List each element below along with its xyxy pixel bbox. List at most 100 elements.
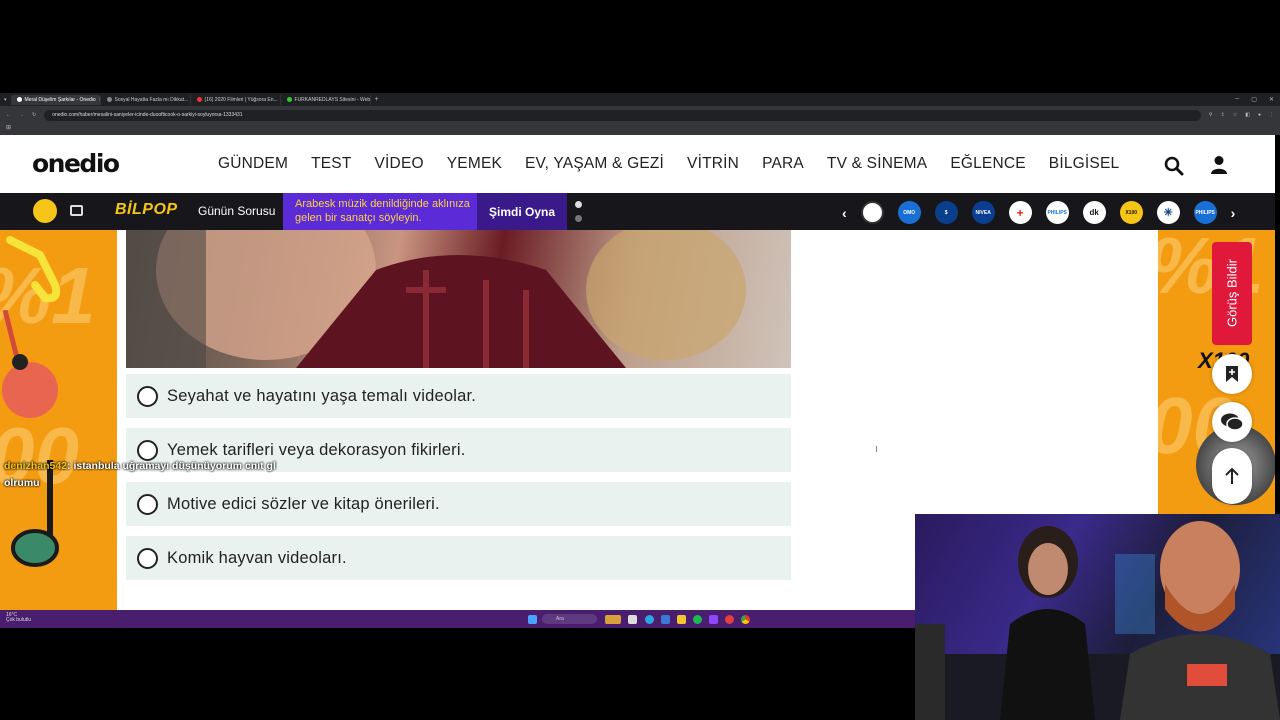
extensions-icon[interactable]: ◧: [1245, 112, 1250, 118]
favicon-icon: [196, 97, 202, 102]
feedback-label: Görüş Bildir: [1224, 259, 1240, 328]
arrow-up-icon: [1225, 467, 1239, 484]
browser-tab-active[interactable]: Meral Düşelim Şarkılar - Onedio ✕: [10, 94, 101, 105]
news-icon[interactable]: [70, 205, 83, 216]
chat-message: denizhan542: istanbula uğramayı düşünüyo…: [4, 460, 276, 472]
tab-menu-icon[interactable]: ▾: [0, 97, 11, 103]
guitar-icon: [2, 310, 58, 418]
radio-button[interactable]: [137, 493, 158, 515]
close-window-icon[interactable]: ✕: [1269, 96, 1274, 103]
taskbar-app-icon[interactable]: [709, 615, 718, 624]
tab-title: Meral Düşelim Şarkılar - Onedio: [24, 96, 96, 103]
brand-logo-eczacibasi[interactable]: +: [1008, 201, 1032, 224]
game-icon[interactable]: [33, 199, 57, 223]
brand-logo-x100[interactable]: X100: [1119, 201, 1143, 224]
chevron-right-icon[interactable]: ›: [1231, 205, 1236, 221]
nav-item-video[interactable]: VİDEO: [375, 155, 424, 173]
bookmark-star-icon[interactable]: ☆: [1233, 112, 1237, 118]
nav-item-bilgisel[interactable]: BİLGİSEL: [1049, 155, 1120, 173]
brand-logo-omo[interactable]: OMO: [897, 201, 921, 224]
os-taskbar: 16°C Çok bulutlu Ara: [0, 610, 915, 628]
screen: ▾ Meral Düşelim Şarkılar - Onedio ✕ Sosy…: [0, 0, 1280, 720]
zoom-icon[interactable]: ⚲: [1209, 112, 1213, 118]
quiz-photo: [126, 230, 746, 368]
saxophone-icon: [6, 236, 61, 303]
nav-item-tv-sinema[interactable]: TV & SİNEMA: [827, 155, 927, 173]
option-label: Seyahat ve hayatını yaşa temalı videolar…: [167, 386, 477, 405]
chat-text: : istanbula uğramayı düşünüyorum cnıt gl: [67, 460, 276, 472]
store-icon[interactable]: [661, 615, 670, 624]
scroll-top-button[interactable]: [1212, 448, 1252, 504]
taskbar-app-icon[interactable]: [605, 615, 621, 624]
quiz-option[interactable]: Seyahat ve hayatını yaşa temalı videolar…: [126, 374, 791, 418]
windows-start-icon[interactable]: [528, 615, 537, 624]
edge-icon[interactable]: [645, 615, 654, 624]
chat-bubbles-icon: [1221, 413, 1244, 431]
minimize-icon[interactable]: ─: [1235, 96, 1239, 103]
quiz-option[interactable]: Komik hayvan videoları.: [126, 536, 791, 580]
folder-icon[interactable]: [677, 615, 686, 624]
reload-icon[interactable]: ↻: [32, 112, 36, 118]
radio-button[interactable]: [137, 439, 158, 461]
taskbar-search[interactable]: Ara: [542, 614, 597, 624]
taskbar-app-icon[interactable]: [725, 615, 734, 624]
brand-logo-isbank[interactable]: $: [934, 201, 958, 224]
nav-item-vitrin[interactable]: VİTRİN: [687, 155, 739, 173]
browser-tab[interactable]: FURKANREDLAYS Sitesini - Web ✕: [281, 94, 371, 105]
site-header: onedio GÜNDEM TEST VİDEO YEMEK EV, YAŞAM…: [0, 135, 1275, 193]
profile-icon[interactable]: ●: [1258, 112, 1261, 118]
taskbar-app-icon[interactable]: [693, 615, 702, 624]
maximize-icon[interactable]: ▢: [1251, 96, 1257, 103]
daily-question-label: Günün Sorusu: [198, 204, 276, 218]
address-toolbar: ← → ↻ onedio.com/haber/mesalini-saniyele…: [0, 106, 1280, 124]
comments-button[interactable]: [1212, 402, 1252, 442]
new-tab-button[interactable]: +: [375, 96, 379, 103]
url-field[interactable]: onedio.com/haber/mesalini-saniyeler-icin…: [44, 109, 1201, 121]
back-icon[interactable]: ←: [6, 112, 11, 118]
apps-grid-icon[interactable]: ⊞: [6, 125, 11, 131]
nav-item-gundem[interactable]: GÜNDEM: [218, 155, 288, 173]
browser-tab[interactable]: (16) 2020 Filmleri | Yüğsora En... ✕: [191, 94, 281, 105]
weather-desc: Çok bulutlu: [6, 617, 32, 623]
play-now-button[interactable]: Şimdi Oyna: [477, 193, 567, 230]
nav-item-test[interactable]: TEST: [311, 155, 351, 173]
brand-logo-british[interactable]: ✳: [1156, 201, 1180, 224]
url-text: onedio.com/haber/mesalini-saniyeler-icin…: [52, 112, 243, 118]
nav-item-ev-yasam-gezi[interactable]: EV, YAŞAM & GEZİ: [525, 155, 664, 173]
daily-question-text[interactable]: Arabesk müzik denildiğinde aklınıza gele…: [283, 193, 477, 230]
bilpop-logo[interactable]: BİLPOP: [115, 201, 178, 219]
brand-carousel: ‹ OMO $ NIVEA + PHILIPS dk X100 ✳ PHILIP…: [842, 201, 1235, 224]
cursor-icon: [876, 446, 880, 452]
left-ad-skin[interactable]: %1 00: [0, 230, 117, 610]
brand-logo-nivea[interactable]: NIVEA: [971, 201, 995, 224]
webcam-overlay: [915, 514, 1280, 720]
bookmarks-bar: ⊞: [0, 124, 1280, 135]
browser-menu-icon[interactable]: ⋮: [1269, 112, 1274, 118]
chat-username: denizhan542: [4, 460, 68, 472]
nav-item-para[interactable]: PARA: [762, 155, 804, 173]
nav-item-eglence[interactable]: EĞLENCE: [950, 155, 1025, 173]
nav-item-yemek[interactable]: YEMEK: [447, 155, 502, 173]
weather-widget[interactable]: 16°C Çok bulutlu: [6, 613, 31, 623]
quiz-image: [126, 230, 791, 368]
carousel-dot[interactable]: [575, 201, 582, 208]
taskbar-app-icon[interactable]: [628, 615, 637, 624]
radio-button[interactable]: [137, 385, 158, 407]
onedio-logo[interactable]: onedio: [32, 149, 120, 178]
save-bookmark-button[interactable]: [1212, 354, 1252, 394]
share-icon[interactable]: ⇪: [1221, 112, 1225, 118]
radio-button[interactable]: [137, 547, 158, 569]
browser-tab[interactable]: Sosyal Hayatta Fazla mı Dikkat... ✕: [101, 94, 191, 105]
forward-icon[interactable]: →: [19, 112, 24, 118]
user-icon[interactable]: [1210, 155, 1228, 175]
favicon-icon: [106, 97, 112, 102]
carousel-dot[interactable]: [575, 215, 582, 222]
brand-logo-philips-blue[interactable]: PHILIPS: [1193, 201, 1217, 224]
brand-logo-bosch[interactable]: [860, 201, 884, 224]
brand-logo-dk[interactable]: dk: [1082, 201, 1106, 224]
chevron-left-icon[interactable]: ‹: [842, 205, 847, 221]
brand-logo-philips[interactable]: PHILIPS: [1045, 201, 1069, 224]
chrome-icon[interactable]: [741, 615, 750, 624]
search-icon[interactable]: [1164, 156, 1184, 176]
feedback-tab[interactable]: Görüş Bildir: [1212, 242, 1252, 345]
